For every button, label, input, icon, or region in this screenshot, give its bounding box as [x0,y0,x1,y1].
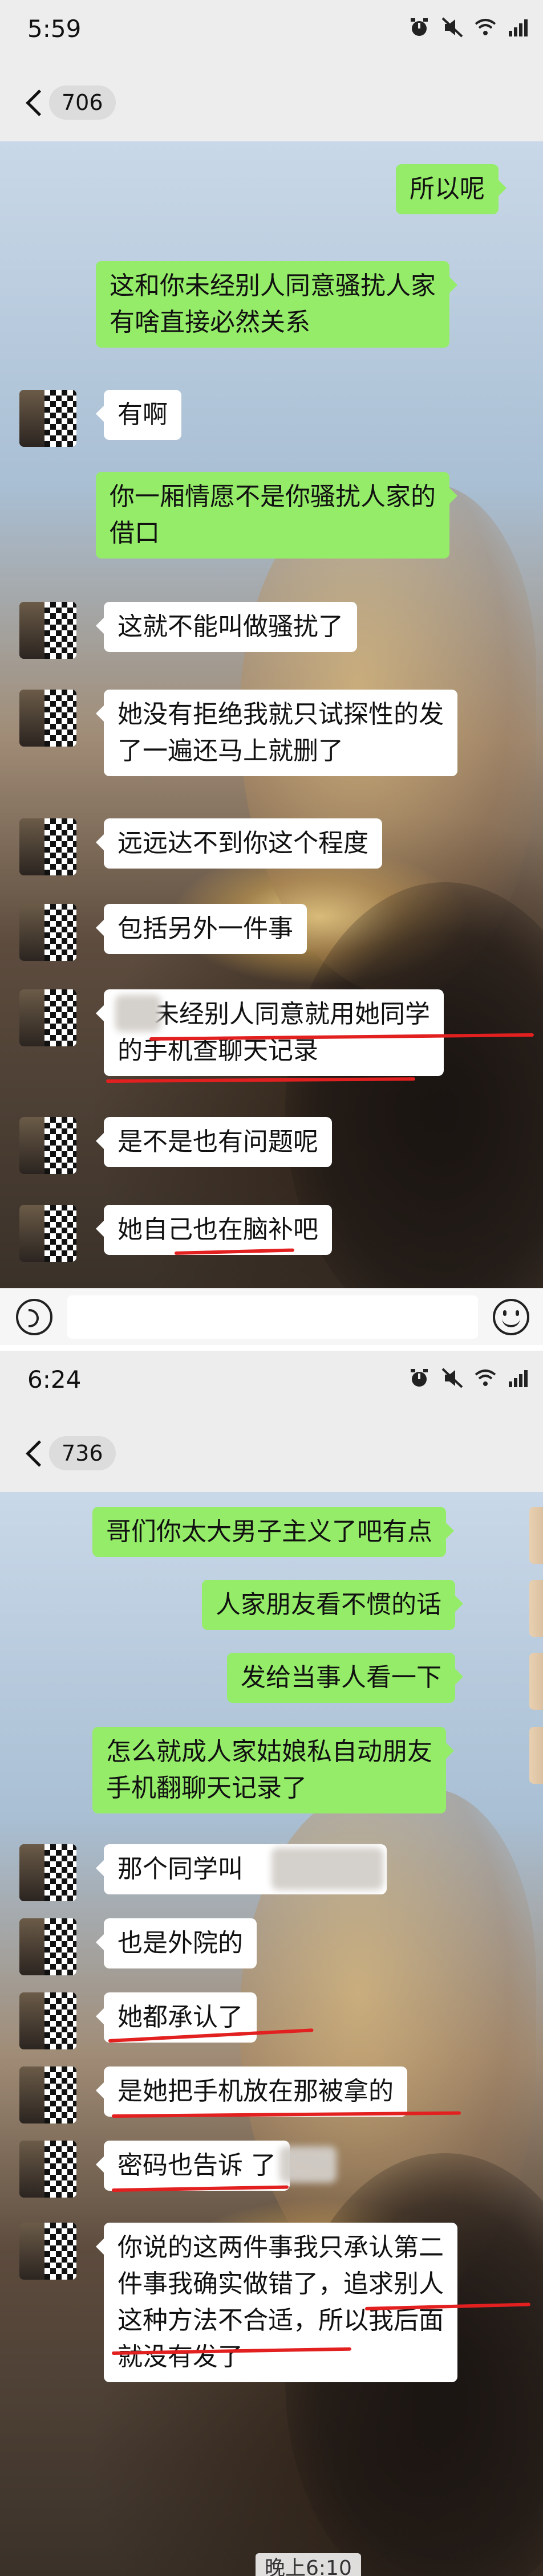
emoji-icon[interactable] [493,1299,529,1335]
avatar[interactable] [19,818,76,875]
message-bubble-incoming[interactable]: 这就不能叫做骚扰了 [96,602,357,652]
message-bubble-outgoing[interactable]: 你一厢情愿不是你骚扰人家的 借口 [96,472,457,559]
avatar-self[interactable] [529,1653,543,1710]
mute-icon [441,1368,463,1388]
message-bubble-incoming[interactable]: 密码也告诉 了 [96,2141,290,2191]
unread-count-badge[interactable]: 706 [49,85,116,120]
unread-count-badge[interactable]: 736 [49,1436,116,1470]
chat-screen-2: 6:24 736 哥们你太大男子主义了吧有点 人家朋友看不惯的话 发给当事人看一… [0,1351,543,2576]
avatar[interactable] [19,602,76,659]
avatar[interactable] [19,1844,76,1901]
avatar[interactable] [19,904,76,961]
message-bubble-incoming[interactable]: 是她把手机放在那被拿的 [96,2066,407,2117]
redacted-name [279,2146,337,2183]
signal-icon [508,17,529,38]
avatar[interactable] [19,1205,76,1262]
alarm-icon [408,1368,430,1388]
message-input[interactable] [67,1295,478,1339]
message-bubble-outgoing[interactable]: 怎么就成人家姑娘私自动朋友 手机翻聊天记录了 [92,1727,454,1813]
redacted-name [272,1848,383,1890]
avatar[interactable] [19,1117,76,1174]
message-bubble-outgoing[interactable]: 人家朋友看不惯的话 [202,1580,463,1630]
avatar[interactable] [19,2223,76,2280]
status-time: 6:24 [27,1366,82,1393]
message-bubble-incoming[interactable]: 你说的这两件事我只承认第二 件事我确实做错了，追求别人 这种方法不合适，所以我后… [96,2223,457,2382]
status-time: 5:59 [27,15,82,43]
avatar[interactable] [19,2066,76,2123]
message-bubble-incoming[interactable]: 她没有拒绝我就只试探性的发 了一遍还马上就删了 [96,690,457,776]
avatar[interactable] [19,989,76,1046]
wifi-icon [475,17,496,38]
back-arrow-icon[interactable] [23,87,50,119]
time-separator: 晚上6:10 [256,2553,361,2576]
message-bubble-outgoing[interactable]: 哥们你太大男子主义了吧有点 [92,1507,454,1557]
back-arrow-icon[interactable] [23,1437,50,1469]
message-bubble-incoming[interactable]: 包括另外一件事 [96,904,307,954]
avatar-self[interactable] [529,1580,543,1637]
voice-icon[interactable] [16,1299,52,1335]
status-icons [408,17,529,38]
screenshot-divider [0,1345,543,1351]
wifi-icon [475,1368,496,1388]
message-bubble-outgoing[interactable]: 发给当事人看一下 [227,1653,463,1703]
signal-icon [508,1368,529,1388]
avatar-self[interactable] [529,1507,543,1564]
avatar[interactable] [19,390,76,447]
avatar[interactable] [19,1992,76,2049]
message-bubble-outgoing[interactable]: 所以呢 [396,164,506,214]
status-bar: 6:24 [0,1351,543,1415]
status-bar: 5:59 [0,0,543,64]
message-bubble-outgoing[interactable]: 这和你未经别人同意骚扰人家 有啥直接必然关系 [96,261,457,348]
avatar[interactable] [19,1918,76,1975]
message-list[interactable]: 哥们你太大男子主义了吧有点 人家朋友看不惯的话 发给当事人看一下 怎么就成人家姑… [0,1492,543,2576]
message-bubble-incoming[interactable]: 她自己也在脑补吧 [96,1205,332,1255]
message-bubble-incoming[interactable]: 也是外院的 [96,1918,257,1968]
avatar[interactable] [19,690,76,747]
alarm-icon [408,17,430,38]
status-icons [408,1368,529,1388]
input-bar [0,1288,543,1345]
redacted-name [115,995,161,1032]
message-bubble-incoming[interactable]: 是不是也有问题呢 [96,1117,332,1167]
avatar[interactable] [19,2141,76,2198]
message-list[interactable]: 所以呢 这和你未经别人同意骚扰人家 有啥直接必然关系 有啊 你一厢情愿不是你骚扰… [0,141,543,1288]
avatar-self[interactable] [529,1727,543,1784]
nav-bar: 736 [0,1415,543,1492]
nav-bar: 706 [0,64,543,141]
message-bubble-incoming[interactable]: 远远达不到你这个程度 [96,818,382,869]
chat-screen-1: 5:59 706 所以呢 这和你未经别人同意骚扰人家 有啥直接必然关系 有啊 你… [0,0,543,1345]
message-bubble-incoming[interactable]: 有啊 [96,390,181,440]
mute-icon [441,17,463,38]
